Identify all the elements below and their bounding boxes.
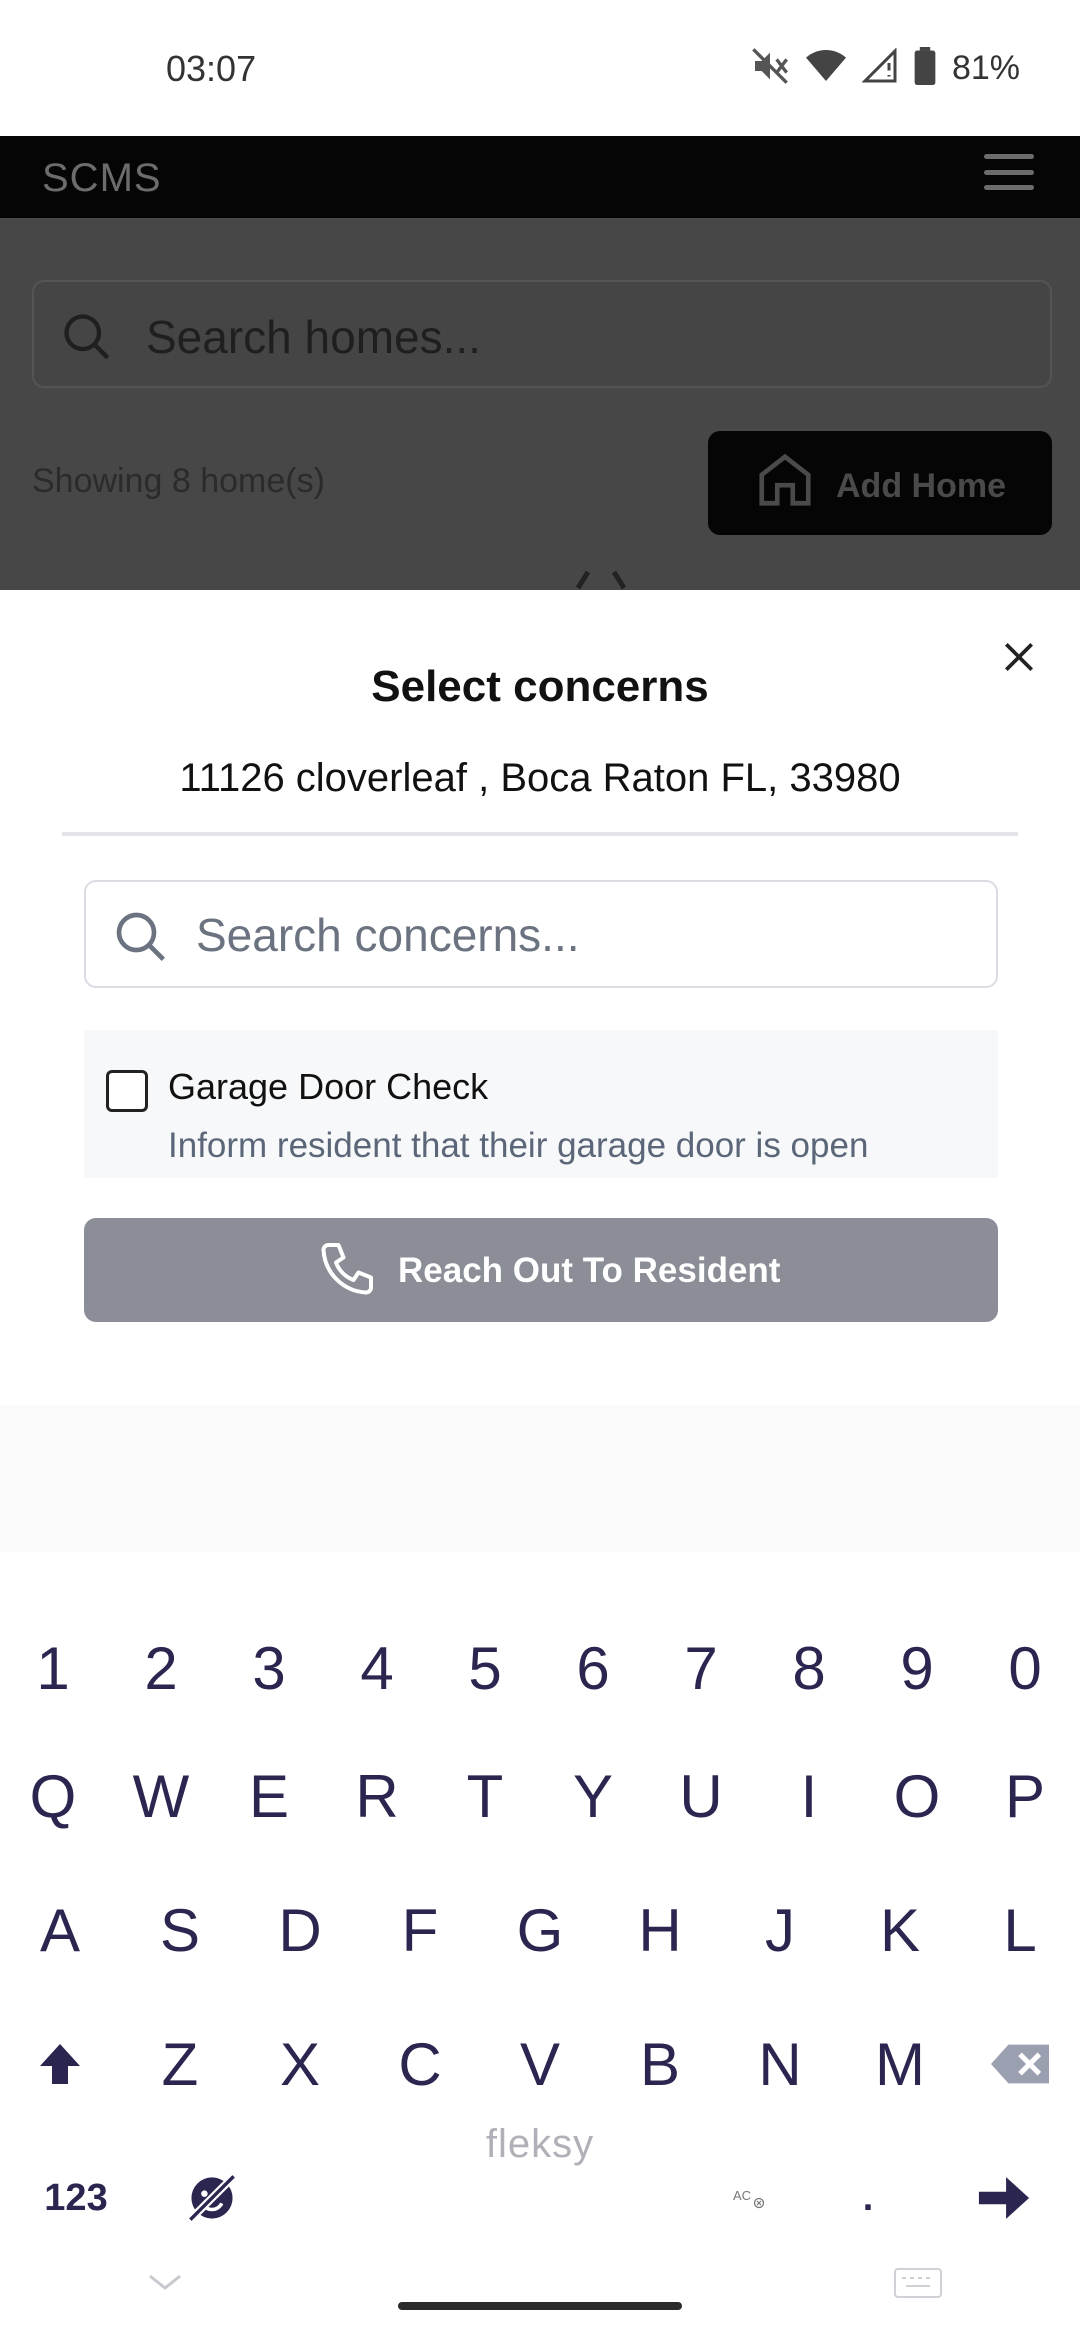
- autocorrect-icon: AC: [733, 2188, 765, 2209]
- carousel-arrows-icon: [575, 570, 627, 590]
- arrow-right-icon: [978, 2177, 1030, 2219]
- wifi-icon: [805, 48, 846, 89]
- key[interactable]: X: [250, 2014, 350, 2114]
- emoji-key[interactable]: [162, 2148, 262, 2248]
- key[interactable]: C: [370, 2014, 470, 2114]
- status-time: 03:07: [166, 48, 257, 89]
- keyboard-brand: fleksy: [485, 2122, 595, 2166]
- key[interactable]: R: [327, 1746, 427, 1846]
- search-icon: [116, 912, 165, 961]
- shift-key[interactable]: [10, 2014, 110, 2114]
- reach-out-button[interactable]: Reach Out To Resident: [84, 1218, 998, 1322]
- key[interactable]: I: [759, 1746, 859, 1846]
- menu-line: [984, 169, 1034, 175]
- key[interactable]: 9: [867, 1618, 967, 1718]
- app-bar: SCMS: [0, 136, 1080, 218]
- reach-out-label: Reach Out To Resident: [398, 1251, 781, 1290]
- select-concerns-sheet: Select concerns 11126 cloverleaf , Boca …: [0, 590, 1080, 1405]
- homes-search-placeholder: Search homes...: [146, 311, 481, 363]
- key[interactable]: L: [970, 1880, 1070, 1980]
- keyboard-hide-chevron-icon[interactable]: [148, 2272, 182, 2292]
- key[interactable]: 5: [435, 1618, 535, 1718]
- key[interactable]: U: [651, 1746, 751, 1846]
- keyboard-switch-icon[interactable]: [894, 2268, 942, 2298]
- key[interactable]: 1: [3, 1618, 103, 1718]
- concern-checkbox[interactable]: [106, 1070, 148, 1112]
- key[interactable]: B: [610, 2014, 710, 2114]
- home-address: 11126 cloverleaf , Boca Raton FL, 33980: [179, 756, 901, 800]
- autocorrect-key[interactable]: AC: [700, 2148, 800, 2248]
- keyboard-row-3: Z X C V B N M: [0, 2014, 1080, 2114]
- key[interactable]: N: [730, 2014, 830, 2114]
- key[interactable]: Y: [543, 1746, 643, 1846]
- signal-icon: [861, 46, 898, 89]
- battery-percent: 81%: [951, 48, 1020, 87]
- add-home-label: Add Home: [836, 467, 1006, 505]
- status-icons: 81%: [750, 46, 1020, 90]
- homes-search-input: Search homes...: [32, 280, 1052, 388]
- key[interactable]: P: [975, 1746, 1075, 1846]
- keyboard: 1 2 3 4 5 6 7 8 9 0 Q W E R T Y U I O P …: [0, 1552, 1080, 2340]
- key[interactable]: E: [219, 1746, 319, 1846]
- key[interactable]: 3: [219, 1618, 319, 1718]
- key[interactable]: S: [130, 1880, 230, 1980]
- concern-name: Garage Door Check: [168, 1066, 489, 1107]
- enter-key[interactable]: [954, 2148, 1054, 2248]
- battery-icon: [914, 46, 936, 90]
- page-backdrop: Search homes... Showing 8 home(s) Add Ho…: [0, 218, 1080, 590]
- key[interactable]: H: [610, 1880, 710, 1980]
- home-count: Showing 8 home(s): [32, 462, 325, 500]
- hamburger-icon[interactable]: [984, 150, 1034, 194]
- status-bar: 03:07 81%: [0, 0, 1080, 136]
- key[interactable]: F: [370, 1880, 470, 1980]
- keyboard-row-1: Q W E R T Y U I O P: [0, 1746, 1080, 1846]
- period-key[interactable]: .: [818, 2148, 918, 2248]
- home-icon: [759, 453, 811, 506]
- concern-item[interactable]: Garage Door Check Inform resident that t…: [84, 1030, 998, 1178]
- key[interactable]: W: [111, 1746, 211, 1846]
- sheet-title: Select concerns: [371, 662, 709, 711]
- app-brand: SCMS: [42, 156, 162, 200]
- concern-description: Inform resident that their garage door i…: [168, 1126, 869, 1165]
- shift-arrow-icon: [40, 2044, 80, 2084]
- key[interactable]: 8: [759, 1618, 859, 1718]
- emoji-off-icon: [187, 2173, 237, 2223]
- key[interactable]: G: [490, 1880, 590, 1980]
- backspace-icon: [991, 2044, 1049, 2084]
- key[interactable]: Q: [3, 1746, 103, 1846]
- keyboard-row-2: A S D F G H J K L: [0, 1880, 1080, 1980]
- numbers-mode-key[interactable]: 123: [26, 2148, 126, 2248]
- concern-search-box: [84, 880, 998, 988]
- key[interactable]: A: [10, 1880, 110, 1980]
- sheet-spacer: [0, 1405, 1080, 1552]
- concern-search-input[interactable]: [196, 902, 976, 968]
- key[interactable]: J: [730, 1880, 830, 1980]
- backspace-key[interactable]: [970, 2014, 1070, 2114]
- search-icon: [64, 314, 110, 360]
- key[interactable]: 2: [111, 1618, 211, 1718]
- key[interactable]: 6: [543, 1618, 643, 1718]
- key[interactable]: 4: [327, 1618, 427, 1718]
- menu-line: [984, 154, 1034, 159]
- key[interactable]: T: [435, 1746, 535, 1846]
- phone-icon: [321, 1243, 373, 1295]
- menu-line: [984, 185, 1034, 190]
- mute-icon: [750, 46, 790, 91]
- key[interactable]: Z: [130, 2014, 230, 2114]
- svg-text:AC: AC: [733, 2188, 751, 2203]
- key[interactable]: D: [250, 1880, 350, 1980]
- key[interactable]: 7: [651, 1618, 751, 1718]
- key[interactable]: O: [867, 1746, 967, 1846]
- divider: [62, 832, 1018, 836]
- key[interactable]: V: [490, 2014, 590, 2114]
- home-gesture-handle[interactable]: [398, 2302, 682, 2310]
- keyboard-number-row: 1 2 3 4 5 6 7 8 9 0: [0, 1618, 1080, 1718]
- add-home-button: Add Home: [708, 431, 1052, 535]
- key[interactable]: M: [850, 2014, 950, 2114]
- key[interactable]: K: [850, 1880, 950, 1980]
- key[interactable]: 0: [975, 1618, 1075, 1718]
